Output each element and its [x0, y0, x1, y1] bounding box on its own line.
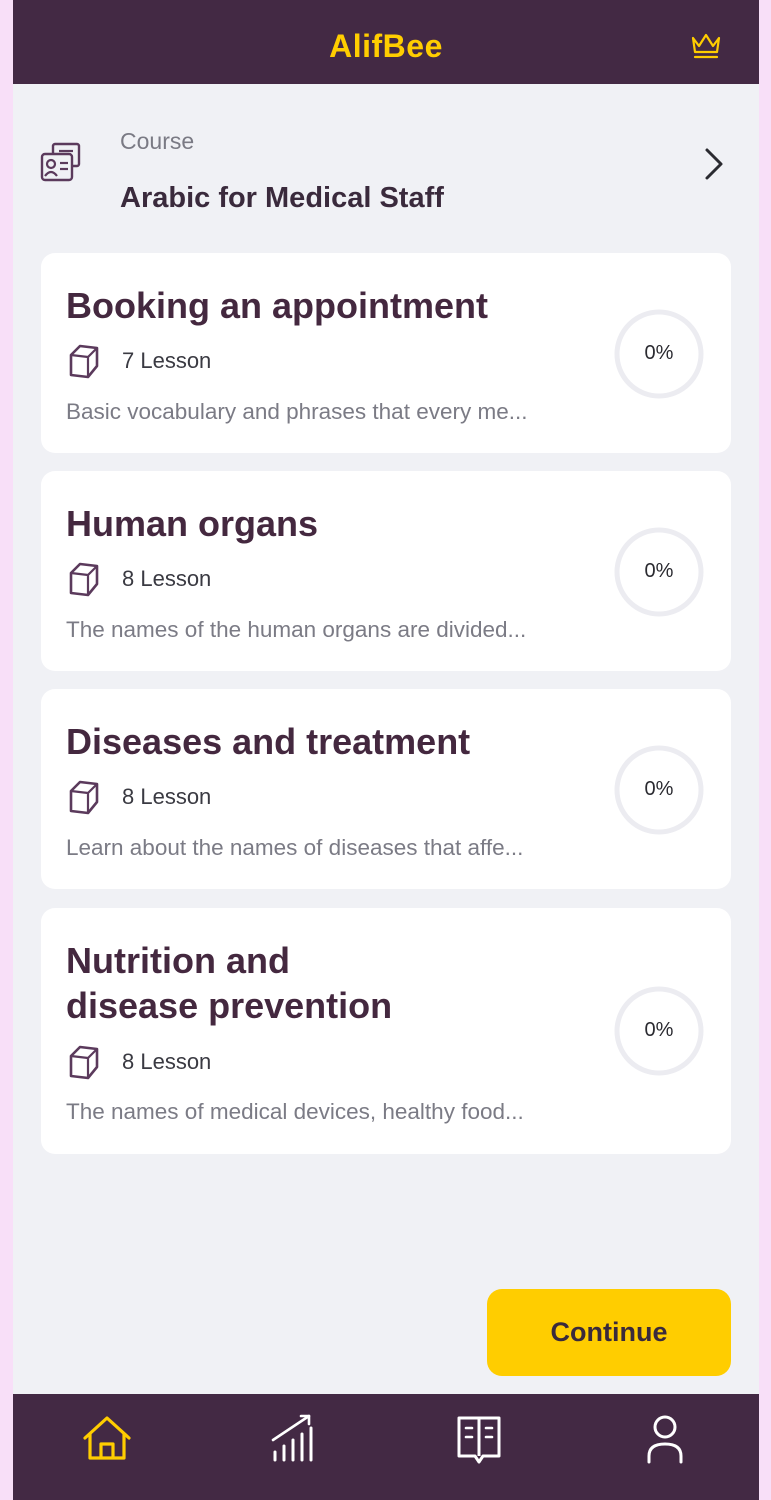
- lesson-count: 7 Lesson: [122, 348, 212, 373]
- unit-card[interactable]: Booking an appointment 7 Lesson Basic vo…: [41, 253, 731, 453]
- progress-ring: 0%: [613, 308, 705, 400]
- certificate-icon: [40, 142, 81, 182]
- cube-icon: [69, 562, 99, 597]
- unit-title: Diseases and treatment: [66, 721, 471, 762]
- course-title: Arabic for Medical Staff: [120, 182, 444, 214]
- course-kicker: Course: [120, 128, 195, 154]
- unit-description: Basic vocabulary and phrases that every …: [66, 399, 528, 424]
- app-logo: AlifBee: [329, 28, 443, 64]
- profile-icon[interactable]: [635, 1410, 695, 1466]
- app-screen: AlifBee Course Arabic for Medical Staff …: [13, 0, 759, 1500]
- unit-card[interactable]: Nutrition and disease prevention 8 Lesso…: [41, 908, 731, 1154]
- stats-icon[interactable]: [263, 1410, 323, 1466]
- progress-percent: 0%: [644, 778, 674, 800]
- unit-title: Human organs: [66, 503, 319, 544]
- cube-icon: [69, 780, 99, 815]
- progress-ring: 0%: [613, 744, 705, 836]
- course-selector[interactable]: [13, 84, 759, 244]
- crown-icon[interactable]: [689, 30, 723, 60]
- bottom-nav: [13, 1394, 759, 1500]
- unit-card[interactable]: Human organs 8 Lesson The names of the h…: [41, 471, 731, 671]
- unit-title: Booking an appointment: [66, 285, 488, 326]
- top-bar: AlifBee: [13, 0, 759, 84]
- home-icon[interactable]: [77, 1410, 137, 1466]
- unit-description: The names of the human organs are divide…: [66, 617, 527, 642]
- progress-ring: 0%: [613, 526, 705, 618]
- unit-card[interactable]: Diseases and treatment 8 Lesson Learn ab…: [41, 689, 731, 889]
- progress-ring: 0%: [613, 985, 705, 1077]
- progress-percent: 0%: [644, 342, 674, 364]
- book-icon[interactable]: [449, 1410, 509, 1466]
- progress-percent: 0%: [644, 560, 674, 582]
- cube-icon: [69, 344, 99, 379]
- unit-description: The names of medical devices, healthy fo…: [66, 1099, 524, 1124]
- lesson-count: 8 Lesson: [122, 566, 212, 591]
- lesson-count: 8 Lesson: [122, 784, 212, 809]
- chevron-right-icon[interactable]: [701, 146, 727, 182]
- lesson-count: 8 Lesson: [122, 1049, 212, 1074]
- cube-icon: [69, 1045, 99, 1080]
- unit-description: Learn about the names of diseases that a…: [66, 835, 524, 860]
- progress-percent: 0%: [644, 1019, 674, 1041]
- unit-title: Nutrition and disease prevention: [66, 940, 393, 1026]
- continue-button[interactable]: Continue: [487, 1289, 731, 1376]
